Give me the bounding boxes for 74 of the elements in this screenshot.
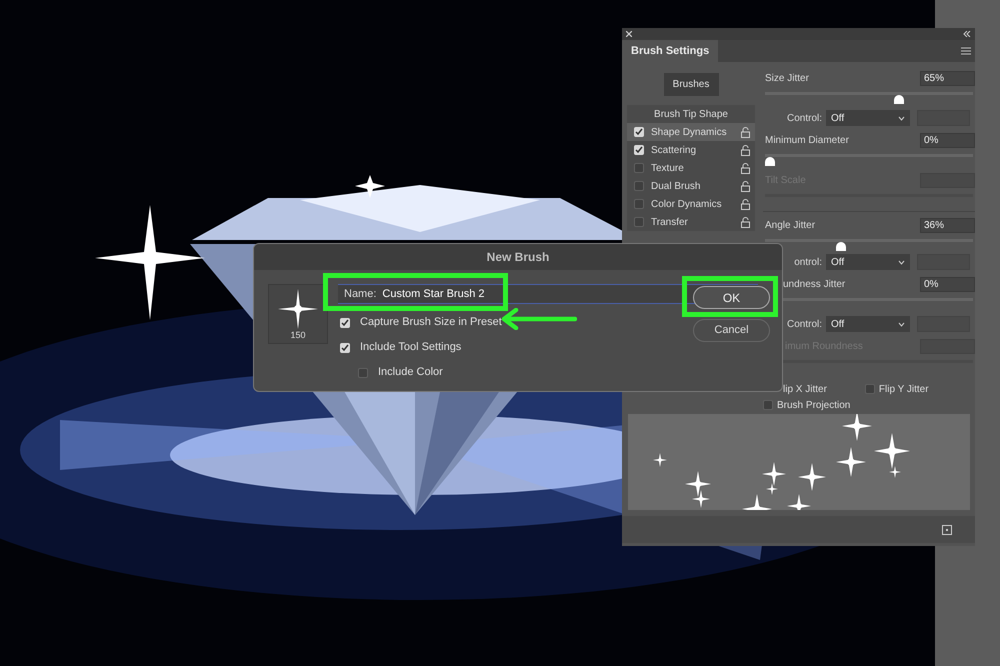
brush-option-row[interactable]: Transfer bbox=[627, 213, 755, 231]
checkbox[interactable] bbox=[864, 384, 875, 394]
value-field[interactable]: 65% bbox=[920, 70, 975, 86]
brush-size-label: 150 bbox=[290, 329, 306, 342]
brush-tip-shape-item[interactable]: Brush Tip Shape bbox=[627, 105, 755, 123]
checkbox[interactable] bbox=[634, 217, 644, 227]
checkbox[interactable] bbox=[340, 318, 350, 328]
option-label: Transfer bbox=[651, 216, 689, 230]
name-value: Custom Star Brush 2 bbox=[382, 286, 484, 302]
checkbox-label: Include Tool Settings bbox=[360, 340, 462, 356]
checkbox[interactable] bbox=[634, 181, 644, 191]
lock-icon[interactable] bbox=[741, 162, 750, 174]
chevron-down-icon bbox=[898, 116, 905, 120]
slider-thumb[interactable] bbox=[765, 157, 775, 166]
control-label: Control: bbox=[786, 318, 822, 332]
value-field[interactable]: 0% bbox=[920, 132, 975, 148]
option-label: Shape Dynamics bbox=[651, 126, 728, 140]
brush-option-row[interactable]: Color Dynamics bbox=[627, 195, 755, 213]
option-label: Color Dynamics bbox=[651, 198, 723, 212]
control-label: ontrol: bbox=[793, 256, 822, 270]
brushes-button[interactable]: Brushes bbox=[664, 73, 718, 96]
slider-thumb[interactable] bbox=[836, 242, 846, 252]
control-dropdown[interactable]: Off bbox=[826, 110, 910, 126]
ok-button[interactable]: OK bbox=[693, 286, 770, 309]
name-label: Name: bbox=[344, 286, 376, 302]
slider-label: Minimum Diameter bbox=[764, 134, 849, 148]
checkbox[interactable] bbox=[358, 368, 368, 378]
chevron-down-icon bbox=[898, 322, 905, 326]
value-field[interactable]: 0% bbox=[920, 276, 975, 292]
menu-icon[interactable] bbox=[961, 47, 971, 55]
checkbox[interactable] bbox=[634, 199, 644, 209]
cancel-button[interactable]: Cancel bbox=[693, 319, 770, 342]
chevron-down-icon bbox=[898, 260, 905, 264]
lock-icon[interactable] bbox=[741, 216, 750, 228]
value-field[interactable] bbox=[920, 172, 975, 188]
checkbox-label: Capture Brush Size in Preset bbox=[360, 315, 502, 330]
slider-track[interactable] bbox=[765, 92, 973, 104]
dialog-title: New Brush bbox=[254, 244, 782, 270]
lock-icon[interactable] bbox=[741, 198, 750, 210]
control-dropdown[interactable]: Off bbox=[826, 254, 910, 270]
checkbox-label: Flip Y Jitter bbox=[878, 382, 929, 396]
slider-track[interactable] bbox=[765, 239, 973, 251]
brush-option-row[interactable]: Texture bbox=[627, 159, 755, 177]
checkbox-label: lip X Jitter bbox=[782, 382, 827, 396]
checkbox[interactable] bbox=[634, 145, 644, 155]
close-icon[interactable] bbox=[626, 31, 632, 37]
brush-option-row[interactable]: Dual Brush bbox=[627, 177, 755, 195]
checkbox-label: Include Color bbox=[378, 365, 443, 380]
slider-label: undness Jitter bbox=[782, 278, 846, 292]
slider-label: Size Jitter bbox=[764, 72, 809, 86]
control-dropdown[interactable]: Off bbox=[826, 316, 910, 332]
checkbox[interactable] bbox=[634, 127, 644, 137]
control-label: Control: bbox=[786, 112, 822, 126]
slider-track[interactable] bbox=[765, 154, 973, 166]
checkbox[interactable] bbox=[634, 163, 644, 173]
lock-icon[interactable] bbox=[741, 144, 750, 156]
collapse-icon[interactable] bbox=[963, 31, 971, 37]
slider-label: Angle Jitter bbox=[764, 219, 816, 234]
new-brush-icon[interactable] bbox=[942, 524, 952, 534]
panel-tab[interactable]: Brush Settings bbox=[622, 40, 718, 62]
value-field[interactable]: 36% bbox=[920, 218, 975, 234]
checkbox[interactable] bbox=[763, 400, 773, 410]
value-field[interactable] bbox=[920, 338, 975, 354]
lock-icon[interactable] bbox=[741, 180, 750, 192]
option-label: Dual Brush bbox=[651, 180, 702, 194]
slider-thumb[interactable] bbox=[894, 95, 904, 104]
star-icon bbox=[278, 289, 318, 329]
lock-icon[interactable] bbox=[741, 126, 750, 138]
checkbox[interactable] bbox=[340, 342, 350, 352]
brush-option-row[interactable]: Shape Dynamics bbox=[627, 123, 755, 141]
option-label: Texture bbox=[651, 162, 685, 176]
option-label: Scattering bbox=[651, 144, 698, 158]
checkbox-label: Brush Projection bbox=[777, 398, 850, 412]
brush-option-row[interactable]: Scattering bbox=[627, 141, 755, 159]
